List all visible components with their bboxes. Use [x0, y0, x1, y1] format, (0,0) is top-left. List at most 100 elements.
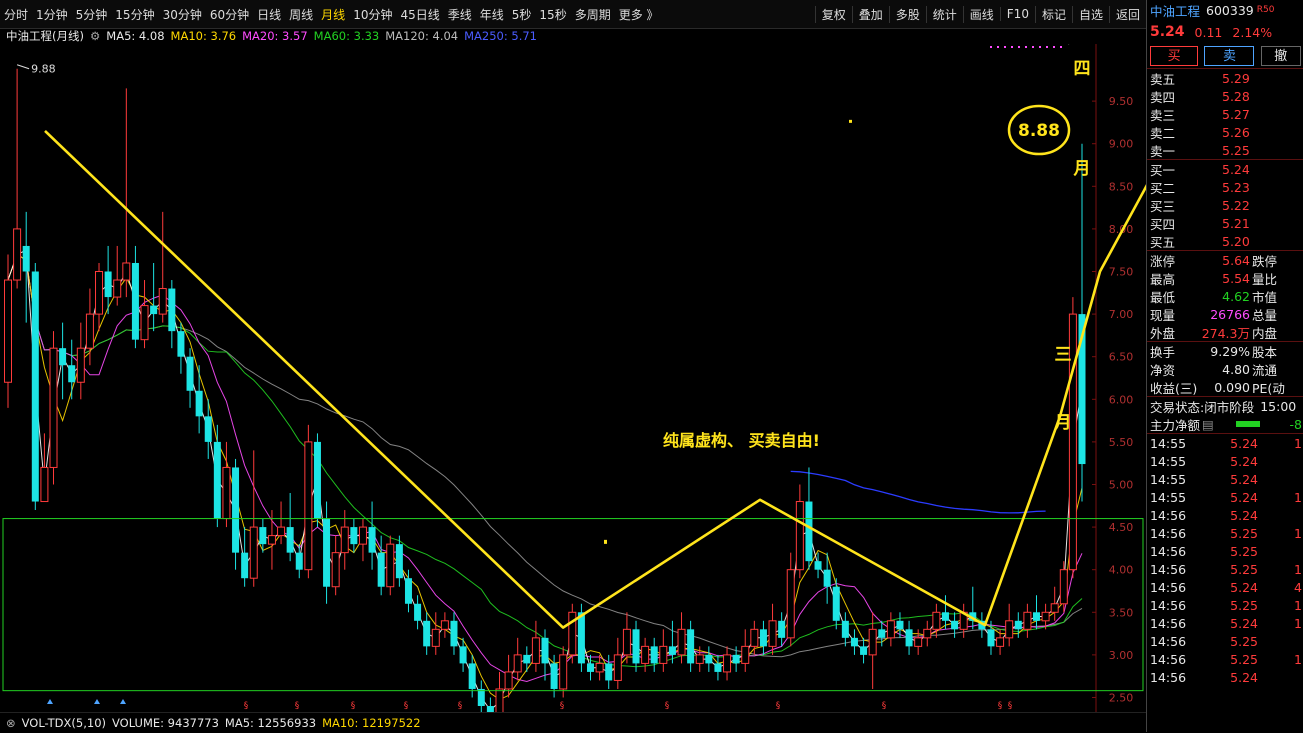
candle-body: [350, 527, 358, 545]
ask-price: 5.28: [1222, 88, 1250, 104]
tool-button[interactable]: 统计: [925, 5, 963, 23]
stat-value: 26766: [1210, 306, 1250, 322]
candle-body: [177, 331, 185, 357]
tool-button[interactable]: 标记: [1034, 5, 1072, 23]
tab-timeframe[interactable]: 日线: [253, 6, 285, 23]
candle-body: [595, 662, 604, 673]
candles: [4, 68, 1086, 712]
candle-body: [150, 305, 158, 315]
candle-body: [941, 612, 949, 621]
sell-button[interactable]: 卖: [1204, 46, 1255, 66]
tab-timeframe[interactable]: 多周期: [571, 6, 615, 23]
candle-body: [468, 663, 476, 689]
candle-body: [59, 348, 67, 366]
cancel-order-button[interactable]: 撤: [1260, 46, 1301, 66]
tick-price: 5.24: [1230, 453, 1258, 469]
tick-vol: 1: [1294, 435, 1302, 451]
candle-body: [131, 262, 139, 340]
tab-timeframe[interactable]: 60分钟: [206, 6, 253, 23]
tab-timeframe[interactable]: 1分钟: [32, 6, 72, 23]
settings-icon[interactable]: ⚙: [90, 29, 100, 43]
quote-stats: 涨停 5.64 跌停 最高 5.54 量比 最低 4.62 市值 现量 26766 总量 外盘 274.3…: [1147, 251, 1303, 341]
tab-timeframe[interactable]: 更多 》: [615, 6, 663, 23]
bid-level: 买三 5.22: [1147, 196, 1303, 214]
candle-body: [622, 628, 631, 656]
stat-label-2: 股本: [1252, 344, 1278, 360]
tab-timeframe[interactable]: 年线: [476, 6, 508, 23]
tab-timeframe[interactable]: 月线: [317, 6, 349, 23]
tick-vol: 1: [1294, 597, 1302, 613]
event-marker-icon: [94, 699, 100, 704]
ask-price: 5.27: [1222, 106, 1250, 122]
candle-body: [577, 612, 585, 664]
candle-body: [605, 663, 613, 681]
tab-timeframe[interactable]: 分时: [0, 6, 32, 23]
stat-row: 最高 5.54 量比: [1147, 269, 1303, 287]
buy-button[interactable]: 买: [1150, 46, 1199, 66]
price-tick-label: 5.50: [1109, 436, 1134, 449]
tick-row: 14:55 5.24: [1147, 452, 1303, 470]
list-icon[interactable]: ▤: [1202, 417, 1214, 432]
candle-body: [531, 637, 540, 664]
candle-body: [805, 501, 813, 562]
candle-body: [340, 526, 349, 554]
ma10-label: MA10: 3.76: [170, 29, 237, 43]
candle-body: [905, 629, 913, 647]
candle-body: [31, 271, 39, 502]
tab-timeframe[interactable]: 45日线: [396, 6, 443, 23]
candle-body: [450, 620, 458, 647]
candle-body: [668, 646, 676, 655]
candle-body: [431, 628, 440, 647]
stat-label: 现量: [1150, 307, 1176, 323]
tick-time: 14:55: [1150, 471, 1187, 487]
tick-list[interactable]: 14:55 5.24 1 14:55 5.24 14:55 5.24 14:55 5.24 1 14…: [1147, 434, 1303, 686]
tick-price: 5.25: [1230, 525, 1258, 541]
bid-level: 买四 5.21: [1147, 214, 1303, 232]
candle-body: [850, 637, 858, 647]
trend-line: [44, 129, 1146, 629]
trade-time: 15:00: [1260, 398, 1297, 414]
vol-close-icon[interactable]: ⊗: [6, 716, 16, 730]
candle-body: [267, 535, 276, 545]
tab-timeframe[interactable]: 5秒: [508, 6, 536, 23]
stat-row: 换手 9.29% 股本: [1147, 342, 1303, 360]
tool-button[interactable]: 自选: [1071, 5, 1109, 23]
tick-time: 14:55: [1150, 453, 1187, 469]
tab-timeframe[interactable]: 周线: [285, 6, 317, 23]
tab-timeframe[interactable]: 季线: [444, 6, 476, 23]
tick-time: 14:56: [1150, 561, 1187, 577]
price-row: 5.24 0.11 2.14%: [1147, 20, 1303, 44]
tab-timeframe[interactable]: 15秒: [535, 6, 570, 23]
candle-body: [213, 441, 221, 519]
price-tick-label: 6.50: [1109, 351, 1134, 364]
tab-timeframe[interactable]: 5分钟: [72, 6, 112, 23]
stat-value: 4.62: [1222, 288, 1250, 304]
tick-price: 5.25: [1230, 543, 1258, 559]
stat-value: 4.80: [1222, 361, 1250, 377]
tab-timeframe[interactable]: 30分钟: [159, 6, 206, 23]
candle-body: [85, 313, 94, 349]
price-tick-label: 2.50: [1109, 691, 1134, 704]
candle-body: [404, 578, 412, 604]
candle-body: [559, 654, 568, 690]
ask-label: 卖五: [1150, 71, 1176, 87]
tool-button[interactable]: 返回: [1108, 5, 1146, 23]
tick-row: 14:56 5.25 1: [1147, 560, 1303, 578]
ask-label: 卖一: [1150, 143, 1176, 159]
kline-chart[interactable]: 9.509.008.508.007.507.006.506.005.505.00…: [0, 44, 1146, 712]
candle-body: [331, 552, 340, 588]
month-annotation: 三: [1055, 345, 1072, 365]
tool-button[interactable]: 多股: [888, 5, 926, 23]
marker-dot: [849, 119, 852, 123]
month-annotation: 月: [1073, 159, 1091, 179]
tool-button[interactable]: 画线: [962, 5, 1000, 23]
tab-timeframe[interactable]: 15分钟: [111, 6, 158, 23]
tool-button[interactable]: 叠加: [851, 5, 889, 23]
quote-panel: 中油工程 600339 R50 5.24 0.11 2.14% 买 卖 撤 卖五…: [1146, 0, 1303, 732]
tab-timeframe[interactable]: 10分钟: [349, 6, 396, 23]
tool-button[interactable]: F10: [999, 7, 1035, 21]
tool-button[interactable]: 复权: [814, 5, 852, 23]
candle-body: [113, 279, 122, 298]
tick-time: 14:56: [1150, 543, 1187, 559]
stat-label: 外盘: [1150, 325, 1176, 341]
